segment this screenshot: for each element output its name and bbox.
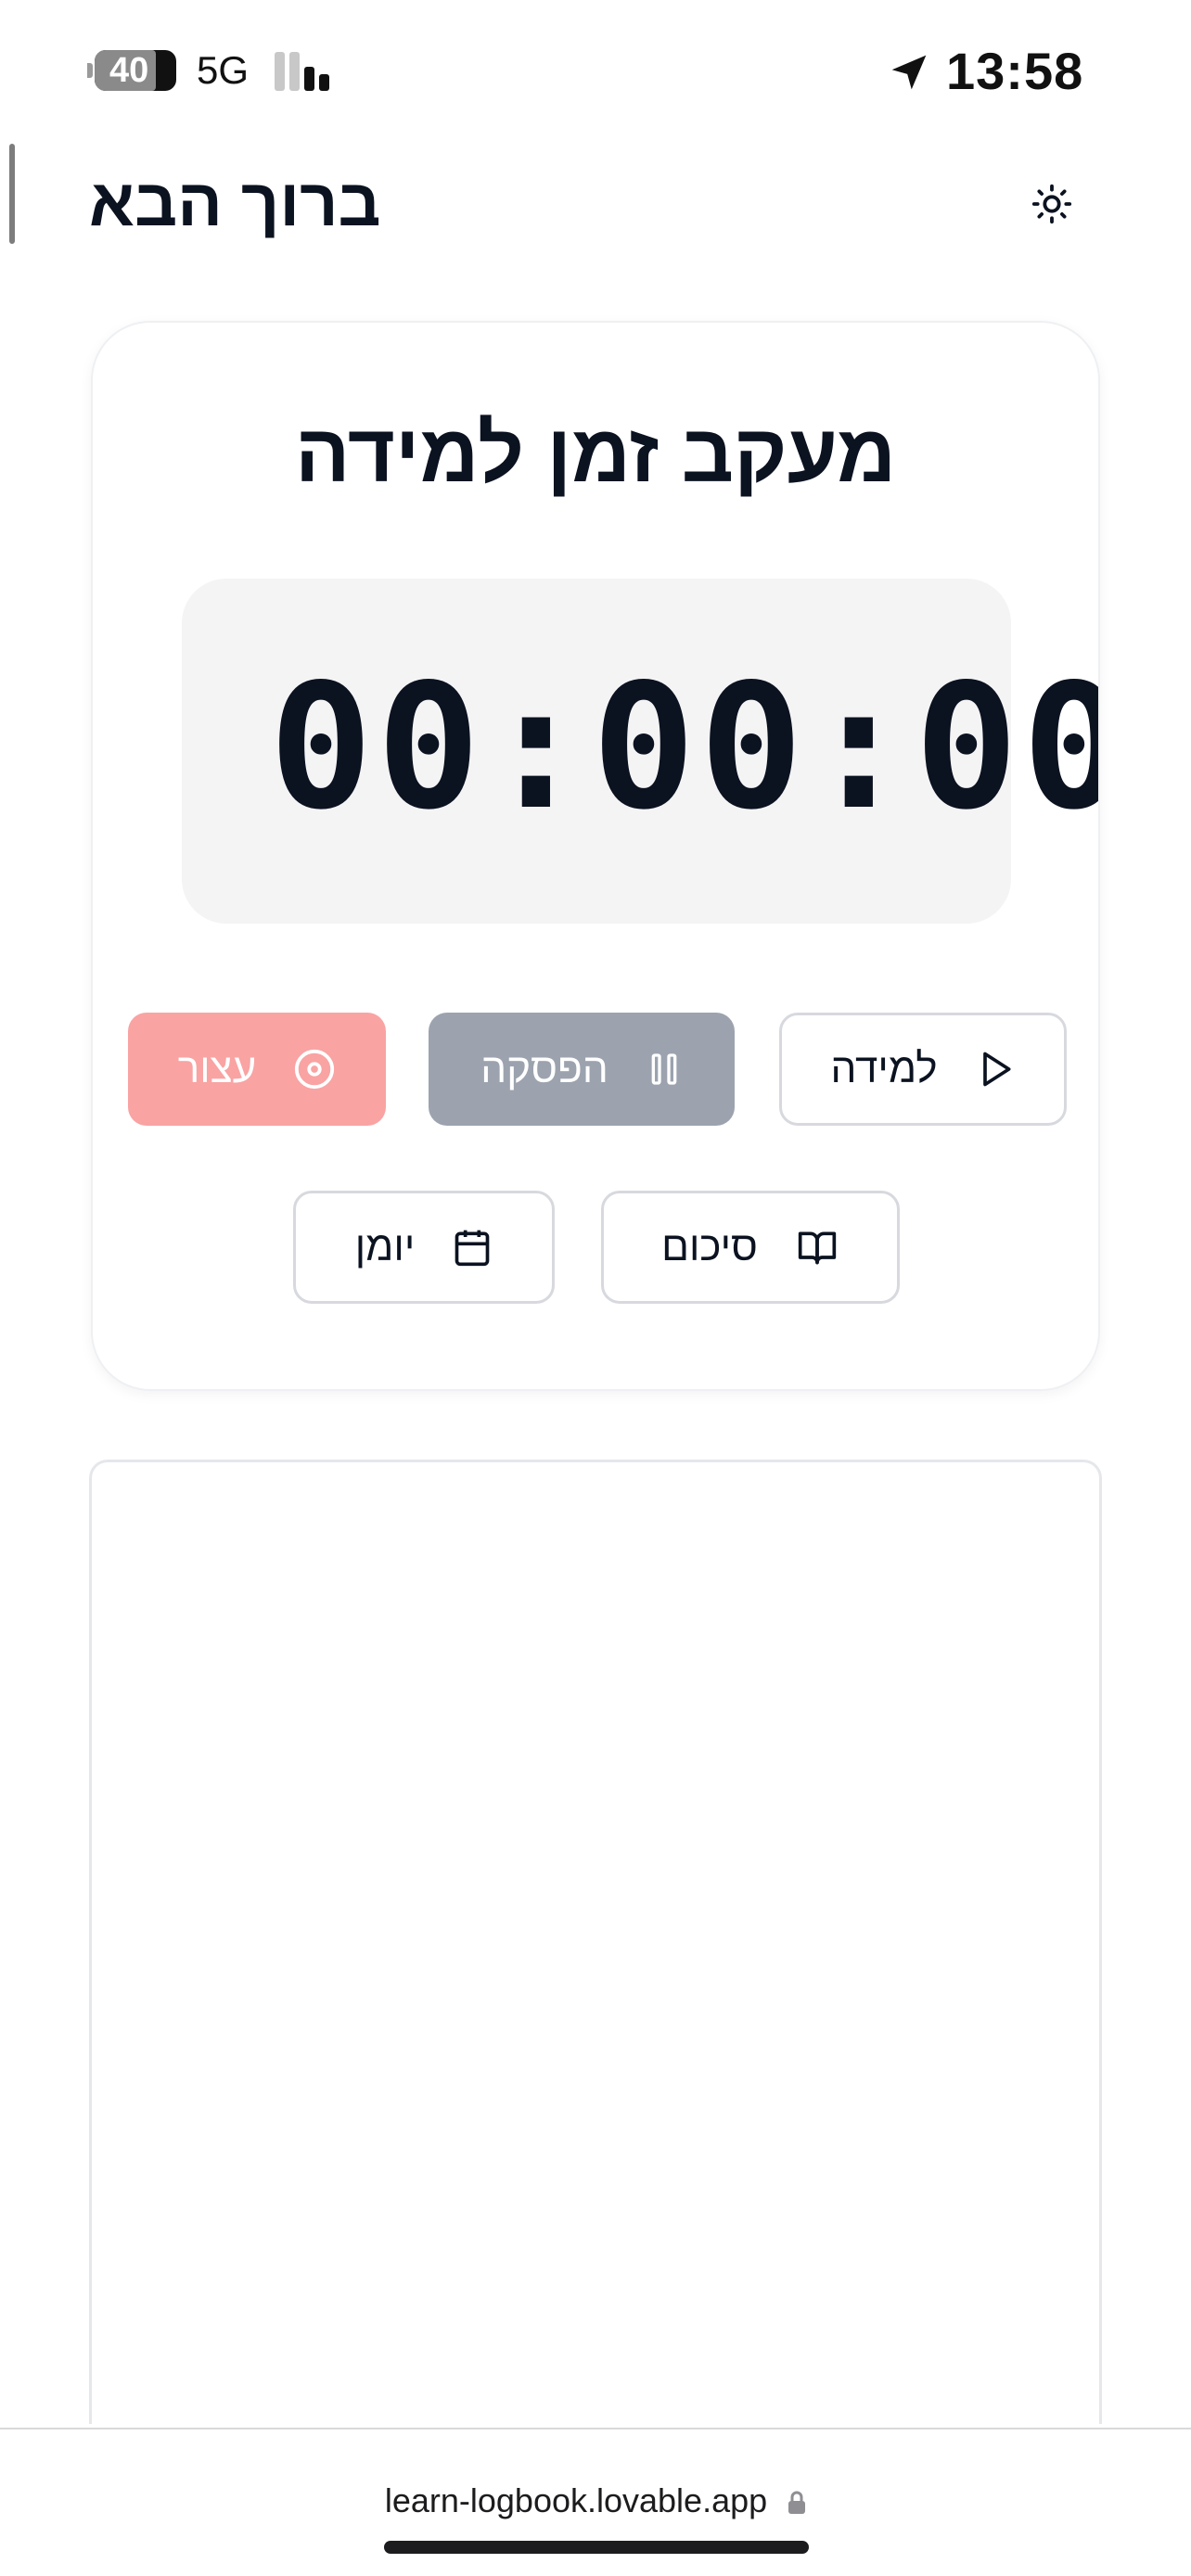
card-title: מעקב זמן למידה <box>294 407 897 499</box>
battery-level: 40 <box>109 51 149 90</box>
network-type: 5G <box>197 48 250 92</box>
pause-icon <box>651 1053 677 1085</box>
scroll-indicator <box>9 144 15 244</box>
timer-card: מעקב זמן למידה למידה הפסקה עצור סיכום יו… <box>91 321 1100 1391</box>
stop-circle-icon <box>295 1049 335 1090</box>
status-time: 13:58 <box>946 42 1084 100</box>
start-button[interactable]: למידה <box>779 1013 1067 1126</box>
battery-nub <box>87 63 93 78</box>
sun-icon <box>1031 184 1072 224</box>
signal-icon <box>275 52 334 91</box>
content-panel <box>89 1460 1102 2424</box>
url-text: learn-logbook.lovable.app <box>384 2481 768 2519</box>
journal-button-label: יומן <box>354 1224 416 1269</box>
calendar-icon <box>455 1230 490 1267</box>
theme-toggle-button[interactable] <box>1020 172 1083 236</box>
play-icon <box>982 1052 1011 1087</box>
pause-button-label: הפסקה <box>480 1046 608 1091</box>
home-indicator <box>384 2541 809 2554</box>
journal-button[interactable]: יומן <box>293 1191 555 1304</box>
lock-icon <box>788 2492 806 2515</box>
timer-display <box>182 579 1011 924</box>
summary-button-label: סיכום <box>661 1224 758 1269</box>
stop-button-label: עצור <box>177 1046 257 1091</box>
location-arrow-icon <box>891 55 927 90</box>
summary-button[interactable]: סיכום <box>601 1191 900 1304</box>
browser-url-bar[interactable]: learn-logbook.lovable.app <box>0 2428 1191 2576</box>
status-bar: 40 5G 13:58 <box>0 0 1191 139</box>
book-open-icon <box>798 1231 837 1265</box>
url-display[interactable]: learn-logbook.lovable.app <box>0 2481 1191 2520</box>
pause-button[interactable]: הפסקה <box>429 1013 735 1126</box>
stop-button[interactable]: עצור <box>128 1013 386 1126</box>
start-button-label: למידה <box>830 1046 938 1091</box>
page-title: ברוך הבא <box>89 166 381 240</box>
battery-indicator: 40 <box>95 50 176 91</box>
